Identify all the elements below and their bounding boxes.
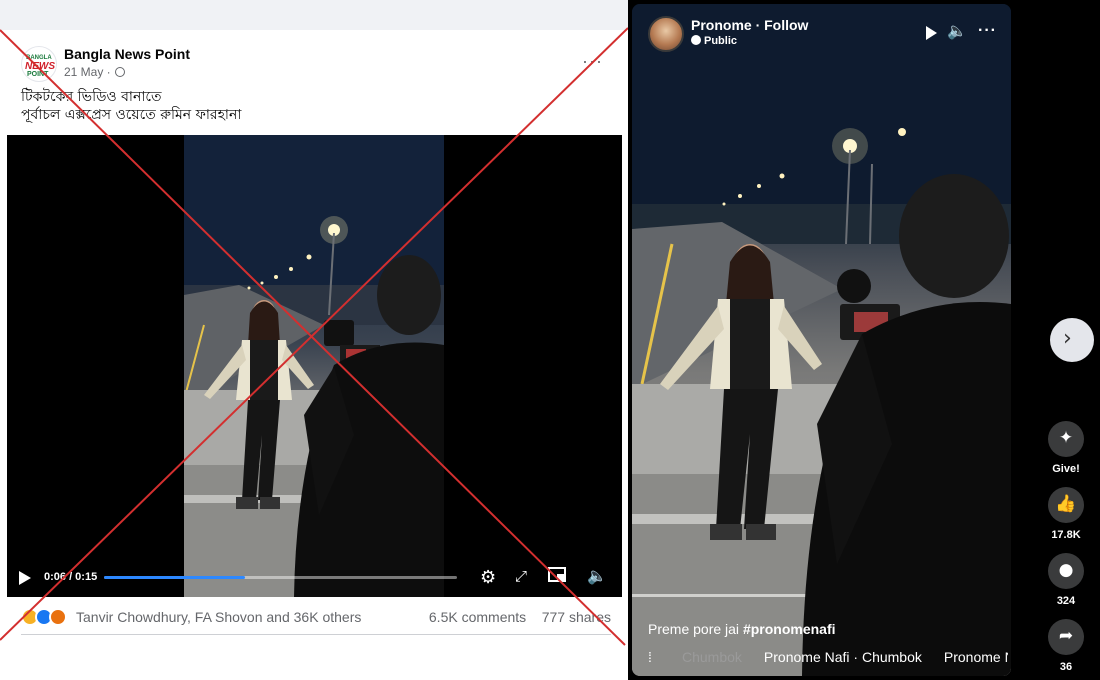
star-give-glyph: ✦ xyxy=(1058,428,1074,448)
share-icon[interactable]: ➦ xyxy=(1048,619,1084,655)
like-icon[interactable]: 👍 xyxy=(1048,487,1084,523)
post-header: BANGLA NEWS POINT Bangla News Point 21 M… xyxy=(21,46,611,86)
video-scene xyxy=(184,135,444,597)
mute-icon[interactable]: 🔈 xyxy=(587,566,607,588)
audio-item-1: Chumbok xyxy=(682,649,742,665)
reel-avatar[interactable] xyxy=(648,16,684,52)
angry-reaction-icon xyxy=(49,608,67,626)
post-date[interactable]: 21 May · xyxy=(64,65,111,79)
comment-glyph: ● xyxy=(1058,560,1074,580)
reaction-names[interactable]: Tanvir Chowdhury, FA Shovon and 36K othe… xyxy=(76,609,361,625)
likes-count: 17.8K xyxy=(1051,529,1081,541)
share-glyph: ➦ xyxy=(1058,626,1074,646)
right-reel-panel: Pronome · Follow Public 🔈 ··· Preme pore… xyxy=(628,0,1100,680)
play-icon[interactable] xyxy=(926,26,937,40)
audio-item-2: Pronome Nafi · Chumbok xyxy=(763,649,922,665)
reel-privacy-label: Public xyxy=(704,35,738,47)
give-star-action[interactable]: ✦ Give! xyxy=(1046,421,1086,475)
avatar-logo-text-3: POINT xyxy=(27,71,49,78)
reel-caption: Preme pore jai #pronomenafi xyxy=(648,621,836,637)
reel-profile-name[interactable]: Pronome · Follow xyxy=(691,17,808,33)
reel-video[interactable]: Pronome · Follow Public 🔈 ··· Preme pore… xyxy=(632,4,1011,676)
comment-icon[interactable]: ● xyxy=(1048,553,1084,589)
reel-caption-text: Preme pore jai xyxy=(648,621,743,637)
feed-top-strip xyxy=(0,0,628,30)
post-text: টিকটকের ভিডিও বানাতে পূর্বাচল এক্সপ্রেস … xyxy=(21,88,611,124)
comment-action[interactable]: ● 324 xyxy=(1046,553,1086,607)
post-card: BANGLA NEWS POINT Bangla News Point 21 M… xyxy=(7,36,622,640)
video-player[interactable]: 0:06 / 0:15 ⚙ ⤢ 🔈 xyxy=(7,135,622,597)
pip-glyph xyxy=(548,567,566,582)
more-icon[interactable]: ··· xyxy=(978,22,997,40)
post-meta: 21 May · xyxy=(64,65,126,79)
shares-count-reel: 36 xyxy=(1059,661,1073,673)
reactions-row: Tanvir Chowdhury, FA Shovon and 36K othe… xyxy=(21,606,611,628)
video-time: 0:06 / 0:15 xyxy=(44,571,98,583)
post-divider xyxy=(21,634,611,635)
globe-icon xyxy=(115,67,126,77)
next-reel-button[interactable]: › xyxy=(1050,318,1094,362)
like-action[interactable]: 👍 17.8K xyxy=(1046,487,1086,541)
page-avatar[interactable]: BANGLA NEWS POINT xyxy=(21,46,57,82)
audio-wave-icon: ⁞ xyxy=(648,649,652,665)
audio-item-3: Pronome Nafi · Chumbok xyxy=(943,649,1008,665)
play-icon[interactable] xyxy=(19,571,31,585)
video-frame[interactable] xyxy=(184,135,444,597)
video-progress-fill xyxy=(104,576,246,579)
expand-icon[interactable]: ⤢ xyxy=(515,566,527,588)
chevron-right-icon: › xyxy=(1063,326,1072,351)
left-facebook-post-panel: BANGLA NEWS POINT Bangla News Point 21 M… xyxy=(0,0,628,680)
star-give-icon[interactable]: ✦ xyxy=(1048,421,1084,457)
post-text-line-1: টিকটকের ভিডিও বানাতে xyxy=(21,89,162,105)
comments-count-reel: 324 xyxy=(1056,595,1076,607)
video-progress-bar[interactable] xyxy=(104,576,457,579)
post-text-line-2: পূর্বাচল এক্সপ্রেস ওয়েতে রুমিন ফারহানা xyxy=(21,107,242,123)
like-glyph: 👍 xyxy=(1055,494,1077,514)
shares-count[interactable]: 777 shares xyxy=(542,609,611,625)
reaction-icons[interactable] xyxy=(21,608,75,626)
mute-icon[interactable]: 🔈 xyxy=(947,22,967,42)
screenshot-stage: BANGLA NEWS POINT Bangla News Point 21 M… xyxy=(0,0,1100,680)
reel-scene xyxy=(632,4,1011,676)
pip-icon[interactable] xyxy=(548,566,568,589)
video-controls: 0:06 / 0:15 ⚙ ⤢ 🔈 xyxy=(7,560,622,596)
page-name-link[interactable]: Bangla News Point xyxy=(64,46,190,62)
engagement-counts: 6.5K comments 777 shares xyxy=(429,609,611,625)
comments-count[interactable]: 6.5K comments xyxy=(429,609,526,625)
globe-icon xyxy=(691,35,701,45)
share-action[interactable]: ➦ 36 xyxy=(1046,619,1086,673)
give-label: Give! xyxy=(1052,463,1080,475)
reel-audio-ticker[interactable]: ⁞ Chumbok Pronome Nafi · Chumbok Pronome Na… xyxy=(648,649,1008,669)
reel-privacy: Public xyxy=(691,35,737,47)
more-options-icon[interactable]: ··· xyxy=(582,52,603,70)
reel-hashtag[interactable]: #pronomenafi xyxy=(743,621,836,637)
settings-icon[interactable]: ⚙ xyxy=(480,566,496,588)
